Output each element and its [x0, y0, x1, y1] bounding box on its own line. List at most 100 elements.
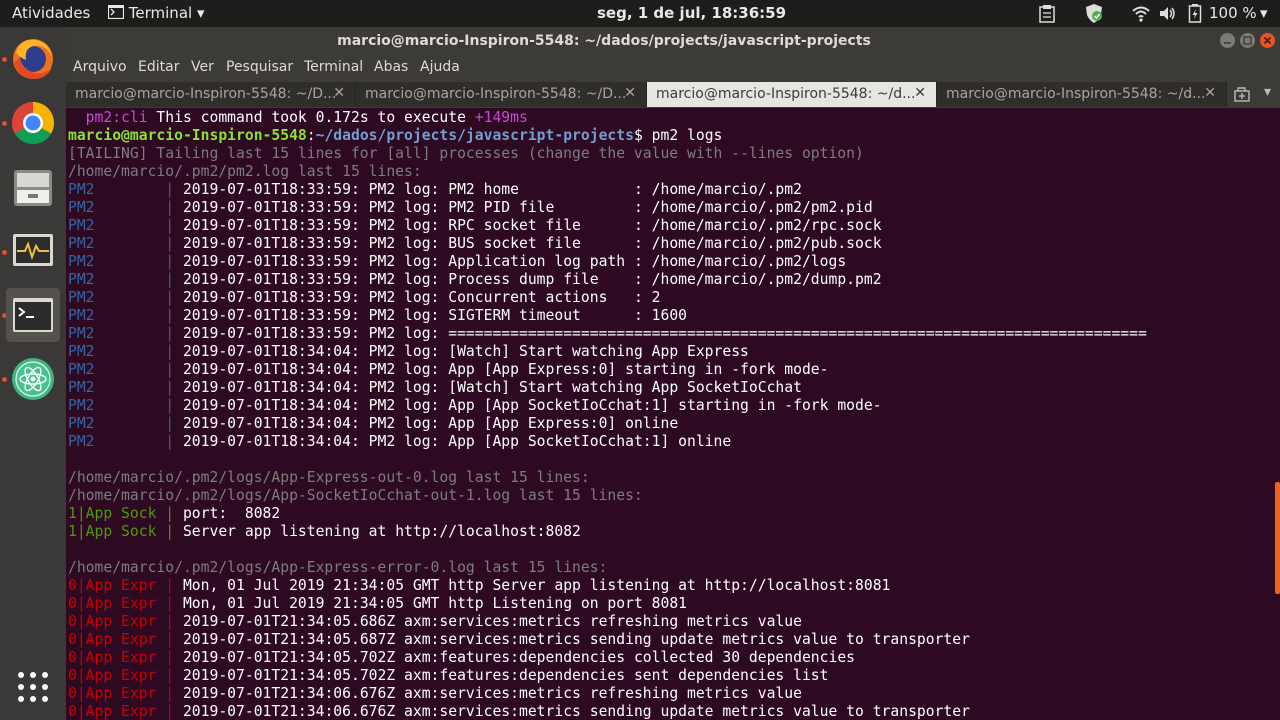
terminal-text: 2019-07-01T21:34:06.676Z axm:services:me… — [182, 703, 970, 720]
terminal-text: ~/dados/projects/javascript-projects — [315, 127, 634, 144]
terminal-text: 2019-07-01T18:33:59: PM2 log: PM2 home :… — [182, 181, 802, 198]
battery-percent[interactable]: 100 % — [1209, 4, 1257, 22]
tab-2[interactable]: marcio@marcio-Inspiron-5548: ~/D... ✕ — [356, 82, 647, 107]
terminal-text: : — [306, 127, 316, 144]
show-applications-button[interactable] — [17, 671, 49, 703]
window-titlebar[interactable]: marcio@marcio-Inspiron-5548: ~/dados/pro… — [66, 27, 1280, 55]
tab-4[interactable]: marcio@marcio-Inspiron-5548: ~/d... ✕ — [937, 82, 1227, 107]
terminal-text: PM2 — [68, 397, 166, 414]
terminal-text: | — [165, 343, 183, 360]
tab-close-icon[interactable]: ✕ — [914, 85, 926, 101]
terminal-text: PM2 — [68, 181, 166, 198]
terminal-view[interactable]: pm2:cli This command took 0.172s to exec… — [66, 108, 1280, 720]
tab-close-icon[interactable]: ✕ — [624, 85, 636, 101]
terminal-text: Mon, 01 Jul 2019 21:34:05 GMT http Liste… — [182, 595, 687, 612]
terminal-text: 0|App Expr — [68, 595, 166, 612]
chevron-down-icon: ▾ — [196, 4, 205, 22]
terminal-text: | — [165, 181, 183, 198]
terminal-line: 0|App Expr | 2019-07-01T21:34:05.686Z ax… — [68, 613, 1147, 631]
top-bar: Atividades Terminal ▾ seg, 1 de jul, 18:… — [0, 0, 1280, 27]
scrollbar-thumb[interactable] — [1275, 482, 1280, 594]
terminal-text: 2019-07-01T21:34:05.686Z axm:services:me… — [182, 613, 802, 630]
terminal-text: 0|App Expr — [68, 667, 166, 684]
terminal-line: 1|App Sock | Server app listening at htt… — [68, 523, 1147, 541]
terminal-line: PM2 | 2019-07-01T18:33:59: PM2 log: Proc… — [68, 271, 1147, 289]
terminal-text: 0|App Expr — [68, 685, 166, 702]
terminal-line: 1|App Sock | port: 8082 — [68, 505, 1147, 523]
menu-editar[interactable]: Editar — [138, 59, 179, 75]
tab-label: marcio@marcio-Inspiron-5548: ~/D... — [75, 86, 337, 102]
menu-ver[interactable]: Ver — [191, 59, 214, 75]
maximize-button[interactable] — [1240, 33, 1255, 48]
close-window-button[interactable] — [1260, 33, 1275, 48]
dock-item-system-monitor[interactable] — [6, 224, 60, 278]
dock-item-atom[interactable] — [6, 352, 60, 406]
new-tab-button[interactable] — [1234, 86, 1254, 103]
terminal-line: PM2 | 2019-07-01T18:34:04: PM2 log: App … — [68, 361, 1147, 379]
shield-icon[interactable] — [1084, 3, 1104, 24]
window-title: marcio@marcio-Inspiron-5548: ~/dados/pro… — [337, 33, 871, 49]
terminal-text: | — [165, 235, 183, 252]
dock-item-firefox[interactable] — [6, 32, 60, 86]
menu-terminal[interactable]: Terminal — [304, 59, 363, 75]
tab-close-icon[interactable]: ✕ — [1204, 85, 1216, 101]
activities-button[interactable]: Atividades — [12, 4, 90, 22]
terminal-text: 2019-07-01T21:34:05.687Z axm:services:me… — [182, 631, 970, 648]
dock-item-chrome[interactable] — [6, 96, 60, 150]
tab-3-active[interactable]: marcio@marcio-Inspiron-5548: ~/d... ✕ — [647, 82, 937, 107]
battery-icon[interactable] — [1188, 3, 1202, 24]
terminal-text: /home/marcio/.pm2/logs/App-Express-out-0… — [68, 469, 590, 486]
terminal-line: 0|App Expr | 2019-07-01T21:34:06.676Z ax… — [68, 685, 1147, 703]
terminal-line: PM2 | 2019-07-01T18:33:59: PM2 log: SIGT… — [68, 307, 1147, 325]
terminal-text: | — [165, 271, 183, 288]
terminal-text: 2019-07-01T21:34:06.676Z axm:services:me… — [182, 685, 802, 702]
terminal-line: /home/marcio/.pm2/logs/App-Express-out-0… — [68, 469, 1147, 487]
terminal-line: /home/marcio/.pm2/logs/App-SocketIoCchat… — [68, 487, 1147, 505]
terminal-text: Mon, 01 Jul 2019 21:34:05 GMT http Serve… — [182, 577, 891, 594]
terminal-line: PM2 | 2019-07-01T18:34:04: PM2 log: [Wat… — [68, 379, 1147, 397]
terminal-text: PM2 — [68, 271, 166, 288]
app-menu[interactable]: Terminal ▾ — [107, 4, 205, 22]
volume-icon[interactable] — [1158, 3, 1176, 24]
terminal-text: pm2:cli — [68, 109, 148, 126]
terminal-text: 0|App Expr — [68, 649, 166, 666]
terminal-line: PM2 | 2019-07-01T18:33:59: PM2 log: Appl… — [68, 253, 1147, 271]
terminal-text: 0|App Expr — [68, 613, 166, 630]
terminal-line: 0|App Expr | 2019-07-01T21:34:05.702Z ax… — [68, 649, 1147, 667]
terminal-app-icon — [107, 4, 125, 20]
terminal-line: 0|App Expr | 2019-07-01T21:34:06.676Z ax… — [68, 703, 1147, 720]
system-menu-chevron-icon[interactable]: ▾ — [1260, 4, 1268, 22]
clock[interactable]: seg, 1 de jul, 18:36:59 — [597, 4, 786, 22]
terminal-text: | — [165, 613, 183, 630]
dock-item-files[interactable] — [6, 160, 60, 214]
minimize-icon — [1224, 42, 1231, 44]
tabs-menu-chevron-icon[interactable]: ▾ — [1264, 84, 1271, 100]
dock-item-terminal[interactable] — [6, 288, 60, 342]
menu-pesquisar[interactable]: Pesquisar — [226, 59, 293, 75]
wifi-icon[interactable] — [1132, 3, 1150, 24]
menu-ajuda[interactable]: Ajuda — [420, 59, 460, 75]
terminal-text: PM2 — [68, 217, 166, 234]
new-tab-icon — [1234, 87, 1250, 102]
terminal-text: | — [165, 631, 183, 648]
terminal-text: This command took 0.172s to execute — [147, 109, 475, 126]
terminal-line: PM2 | 2019-07-01T18:34:04: PM2 log: App … — [68, 397, 1147, 415]
terminal-line: pm2:cli This command took 0.172s to exec… — [68, 109, 1147, 127]
minimize-button[interactable] — [1220, 33, 1235, 48]
tab-bar: marcio@marcio-Inspiron-5548: ~/D... ✕ ma… — [66, 81, 1280, 108]
menu-arquivo[interactable]: Arquivo — [73, 59, 127, 75]
tab-1[interactable]: marcio@marcio-Inspiron-5548: ~/D... ✕ — [66, 82, 356, 107]
maximize-icon — [1243, 36, 1252, 45]
system-monitor-icon — [13, 234, 53, 266]
clipboard-icon[interactable] — [1038, 3, 1056, 24]
menu-abas[interactable]: Abas — [374, 59, 408, 75]
terminal-text: 2019-07-01T18:33:59: PM2 log: Concurrent… — [182, 289, 661, 306]
terminal-text: | — [165, 649, 183, 666]
terminal-text: PM2 — [68, 289, 166, 306]
terminal-line: [TAILING] Tailing last 15 lines for [all… — [68, 145, 1147, 163]
tab-close-icon[interactable]: ✕ — [333, 85, 345, 101]
terminal-text: [TAILING] Tailing last 15 lines for [all… — [68, 145, 864, 162]
tab-label: marcio@marcio-Inspiron-5548: ~/d... — [946, 86, 1206, 102]
